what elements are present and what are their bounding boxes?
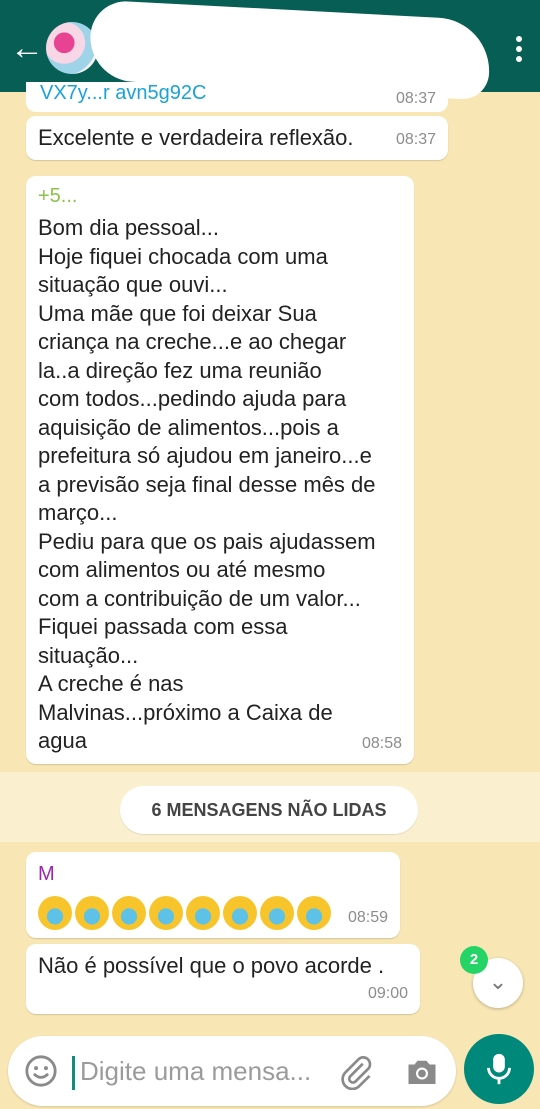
fearful-face-emoji — [186, 896, 220, 930]
screaming-face-emoji — [112, 896, 146, 930]
emoji-row — [38, 896, 334, 930]
arrow-left-icon[interactable]: ← — [10, 28, 44, 68]
unread-badge: 2 — [460, 946, 488, 974]
screaming-face-emoji — [38, 896, 72, 930]
message-time: 08:59 — [347, 908, 388, 926]
partial-link-message[interactable]: VX7y...r avn5g92C 08:37 — [26, 82, 448, 112]
chat-header: ← — [0, 0, 540, 101]
emoji-icon[interactable] — [24, 1054, 58, 1088]
text-cursor — [72, 1056, 75, 1090]
message-time: 09:00 — [367, 984, 408, 1002]
sender-name[interactable]: M — [38, 860, 55, 889]
fearful-face-emoji — [223, 896, 257, 930]
fearful-face-emoji — [260, 896, 294, 930]
message-time: 08:37 — [395, 90, 436, 107]
message-bubble[interactable]: Excelente e verdadeira reflexão. 08:37 — [26, 116, 448, 160]
double-chevron-down-icon: ⌄ — [488, 969, 508, 994]
message-bubble[interactable]: +5... Bom dia pessoal... Hoje fiquei cho… — [26, 176, 414, 764]
message-text: Bom dia pessoal... Hoje fiquei chocada c… — [38, 215, 376, 753]
link-text[interactable]: VX7y...r avn5g92C — [40, 82, 206, 105]
message-time: 08:37 — [395, 130, 436, 148]
attach-icon[interactable] — [338, 1054, 374, 1090]
sender-name[interactable]: +5... — [38, 182, 77, 211]
more-vert-icon[interactable] — [514, 36, 524, 64]
message-text: Excelente e verdadeira reflexão. — [38, 125, 354, 150]
fearful-face-emoji — [297, 896, 331, 930]
message-input[interactable]: Digite uma mensa... — [80, 1056, 311, 1087]
message-input-bar[interactable]: Digite uma mensa... — [8, 1036, 456, 1106]
screaming-face-emoji — [149, 896, 183, 930]
screaming-face-emoji — [75, 896, 109, 930]
mic-icon — [487, 1053, 511, 1085]
message-text: Não é possível que o povo acorde . — [38, 953, 385, 978]
camera-icon[interactable] — [404, 1054, 440, 1090]
message-time: 08:58 — [361, 734, 402, 752]
unread-label: 6 MENSAGENS NÃO LIDAS — [120, 786, 418, 834]
unread-divider: 6 MENSAGENS NÃO LIDAS — [0, 772, 540, 842]
message-bubble[interactable]: M 08:59 — [26, 852, 400, 938]
message-bubble[interactable]: Não é possível que o povo acorde . 09:00 — [26, 944, 420, 1014]
mic-button[interactable] — [464, 1034, 534, 1104]
